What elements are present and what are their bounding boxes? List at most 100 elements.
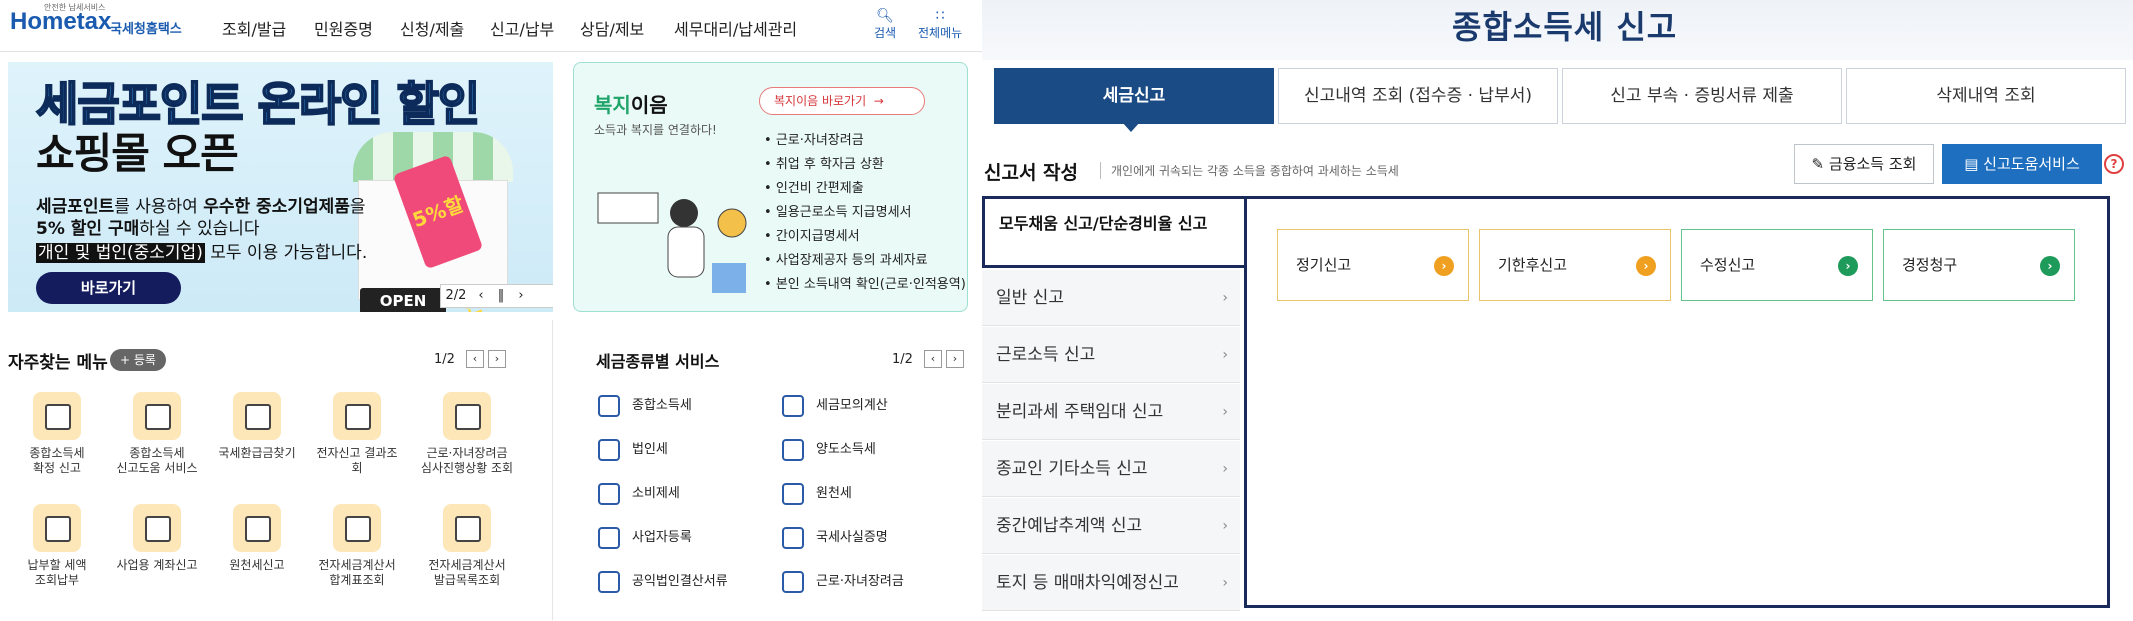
service-link[interactable]: 국세사실증명 bbox=[782, 526, 888, 549]
receipt-icon bbox=[782, 482, 804, 505]
promo-banner[interactable]: 세금포인트 온라인 할인 쇼핑몰 오픈 5%할인 세금포인트를 사용하여 우수한… bbox=[8, 62, 553, 312]
arrow-right-icon: › bbox=[1636, 256, 1656, 276]
late-filing-card[interactable]: 기한후신고 › bbox=[1479, 229, 1671, 301]
sidebar-item[interactable]: 근로소득 신고 › bbox=[982, 327, 1240, 383]
filing-help-button[interactable]: ▤ 신고도움서비스 bbox=[1942, 144, 2102, 184]
transfer-icon bbox=[782, 438, 804, 461]
fav-item[interactable]: 납부할 세액 조회납부 bbox=[12, 504, 102, 588]
nav-tax-agent[interactable]: 세무대리/납세관리 bbox=[674, 16, 797, 40]
welfare-item[interactable]: • 취업 후 학자금 상환 bbox=[764, 153, 966, 177]
chevron-right-icon: › bbox=[1222, 290, 1228, 306]
tab-deleted-history[interactable]: 삭제내역 조회 bbox=[1846, 68, 2126, 124]
amended-filing-card[interactable]: 수정신고 › bbox=[1681, 229, 1873, 301]
active-tab-caret bbox=[1122, 122, 1140, 132]
correction-claim-card[interactable]: 경정청구 › bbox=[1883, 229, 2075, 301]
nav-consult[interactable]: 상담/제보 bbox=[580, 16, 644, 40]
welfare-go-button[interactable]: 복지이음 바로가기 → bbox=[759, 87, 925, 115]
search-button[interactable]: 🔍︎ 검색 bbox=[874, 8, 896, 41]
site-header: 안전한 납세서비스 Hometax 국세청홈택스 조회/발급 민원증명 신청/제… bbox=[0, 0, 982, 52]
tab-attachments[interactable]: 신고 부속 · 증빙서류 제출 bbox=[1562, 68, 1842, 124]
calculator-icon bbox=[782, 394, 804, 417]
chevron-right-icon: › bbox=[1222, 461, 1228, 477]
fav-item[interactable]: 전자신고 결과조회 bbox=[312, 392, 402, 476]
tab-tax-filing[interactable]: 세금신고 bbox=[994, 68, 1274, 124]
nav-certificate[interactable]: 민원증명 bbox=[314, 16, 373, 40]
welfare-item[interactable]: • 사업장제공자 등의 과세자료 bbox=[764, 249, 966, 273]
favorites-page: 1/2 bbox=[434, 352, 455, 367]
sidebar-item[interactable]: 중간예납추계액 신고 › bbox=[982, 498, 1240, 554]
fav-item[interactable]: 전자세금계산서 합계표조회 bbox=[312, 504, 402, 588]
invoice-icon bbox=[333, 504, 381, 552]
diamond-icon bbox=[598, 482, 620, 505]
sidebar-item[interactable]: 종교인 기타소득 신고 › bbox=[982, 441, 1240, 497]
service-link[interactable]: 종합소득세 bbox=[598, 394, 692, 417]
person-icon bbox=[598, 526, 620, 549]
sidebar-item[interactable]: 토지 등 매매차익예정신고 › bbox=[982, 555, 1240, 611]
help-icon[interactable]: ? bbox=[2104, 154, 2124, 174]
calendar-icon bbox=[33, 392, 81, 440]
fav-item[interactable]: 근로·자녀장려금 심사진행상황 조회 bbox=[412, 392, 522, 476]
welfare-item[interactable]: • 인건비 간편제출 bbox=[764, 177, 966, 201]
section-divider bbox=[552, 320, 553, 620]
service-link[interactable]: 사업자등록 bbox=[598, 526, 692, 549]
welfare-connect-panel: 복지이음 소득과 복지를 연결하다! 복지이음 바로가기 → • 근로·자녀장려… bbox=[573, 62, 968, 312]
fav-item[interactable]: 전자세금계산서 발급목록조회 bbox=[412, 504, 522, 588]
page-title: 종합소득세 신고 bbox=[1452, 8, 1678, 46]
nav-application[interactable]: 신청/제출 bbox=[400, 16, 464, 40]
favorites-prev-icon[interactable]: ‹ bbox=[466, 350, 484, 368]
next-icon[interactable]: › bbox=[511, 285, 531, 307]
building-icon bbox=[598, 438, 620, 461]
services-page: 1/2 bbox=[892, 352, 913, 367]
services-title: 세금종류별 서비스 bbox=[596, 352, 720, 371]
sidebar-item[interactable]: 분리과세 주택임대 신고 › bbox=[982, 384, 1240, 440]
hometax-logo[interactable]: Hometax bbox=[10, 8, 111, 36]
hometax-main-page: 안전한 납세서비스 Hometax 국세청홈택스 조회/발급 민원증명 신청/제… bbox=[0, 0, 982, 621]
finance-income-button[interactable]: ✎ 금융소득 조회 bbox=[1794, 144, 1934, 184]
fav-item[interactable]: 사업용 계좌신고 bbox=[112, 504, 202, 573]
sidebar-item-simple-filing[interactable]: 모두채움 신고/단순경비율 신고 bbox=[982, 196, 1244, 268]
logo-korean[interactable]: 국세청홈택스 bbox=[110, 18, 182, 37]
service-link[interactable]: 근로·자녀장려금 bbox=[782, 570, 904, 593]
income-tax-filing-page: 종합소득세 신고 세금신고 신고내역 조회 (접수증 · 납부서) 신고 부속 … bbox=[982, 0, 2133, 621]
welfare-item[interactable]: • 간이지급명세서 bbox=[764, 225, 966, 249]
favorites-title: 자주찾는 메뉴 bbox=[8, 353, 108, 373]
service-link[interactable]: 공익법인결산서류 bbox=[598, 570, 728, 593]
banner-go-button[interactable]: 바로가기 bbox=[36, 272, 181, 304]
fav-item[interactable]: 종합소득세 확정 신고 bbox=[12, 392, 102, 476]
service-link[interactable]: 원천세 bbox=[782, 482, 852, 505]
fav-item[interactable]: 종합소득세 신고도움 서비스 bbox=[112, 392, 202, 476]
search-icon: 🔍︎ bbox=[876, 8, 894, 24]
car-icon bbox=[598, 394, 620, 417]
sidebar-item[interactable]: 일반 신고 › bbox=[982, 270, 1240, 326]
services-prev-icon[interactable]: ‹ bbox=[924, 350, 942, 368]
fav-item[interactable]: 원천세신고 bbox=[212, 504, 302, 573]
services-next-icon[interactable]: › bbox=[946, 350, 964, 368]
welfare-item[interactable]: • 일용근로소득 지급명세서 bbox=[764, 201, 966, 225]
nav-inquiry[interactable]: 조회/발급 bbox=[222, 16, 286, 40]
favorites-next-icon[interactable]: › bbox=[488, 350, 506, 368]
grid-icon: ∷ bbox=[935, 8, 945, 24]
welfare-item[interactable]: • 근로·자녀장려금 bbox=[764, 129, 966, 153]
favorites-register-button[interactable]: + 등록 bbox=[110, 349, 166, 371]
service-link[interactable]: 소비제세 bbox=[598, 482, 680, 505]
all-menu-button[interactable]: ∷ 전체메뉴 bbox=[918, 8, 962, 41]
tab-filing-history[interactable]: 신고내역 조회 (접수증 · 납부서) bbox=[1278, 68, 1558, 124]
service-link[interactable]: 양도소득세 bbox=[782, 438, 876, 461]
welfare-item[interactable]: • 본인 소득내역 확인(근로·인적용역) bbox=[764, 273, 966, 297]
refund-icon bbox=[233, 392, 281, 440]
filing-options-panel: 정기신고 › 기한후신고 › 수정신고 › 경정청구 › bbox=[1244, 196, 2110, 608]
calendar-icon bbox=[133, 504, 181, 552]
document-icon bbox=[782, 526, 804, 549]
service-link[interactable]: 세금모의계산 bbox=[782, 394, 888, 417]
arrow-right-icon: › bbox=[1838, 256, 1858, 276]
form-section-title: 신고서 작성 bbox=[984, 162, 1079, 184]
edit-icon: ✎ bbox=[1811, 155, 1825, 173]
service-link[interactable]: 법인세 bbox=[598, 438, 668, 461]
search-doc-icon bbox=[133, 392, 181, 440]
regular-filing-card[interactable]: 정기신고 › bbox=[1277, 229, 1469, 301]
fav-item[interactable]: 국세환급금찾기 bbox=[212, 392, 302, 461]
nav-filing[interactable]: 신고/납부 bbox=[490, 16, 554, 40]
pause-icon[interactable]: ‖ bbox=[491, 285, 511, 307]
prev-icon[interactable]: ‹ bbox=[471, 285, 491, 307]
arrow-right-icon: › bbox=[1434, 256, 1454, 276]
